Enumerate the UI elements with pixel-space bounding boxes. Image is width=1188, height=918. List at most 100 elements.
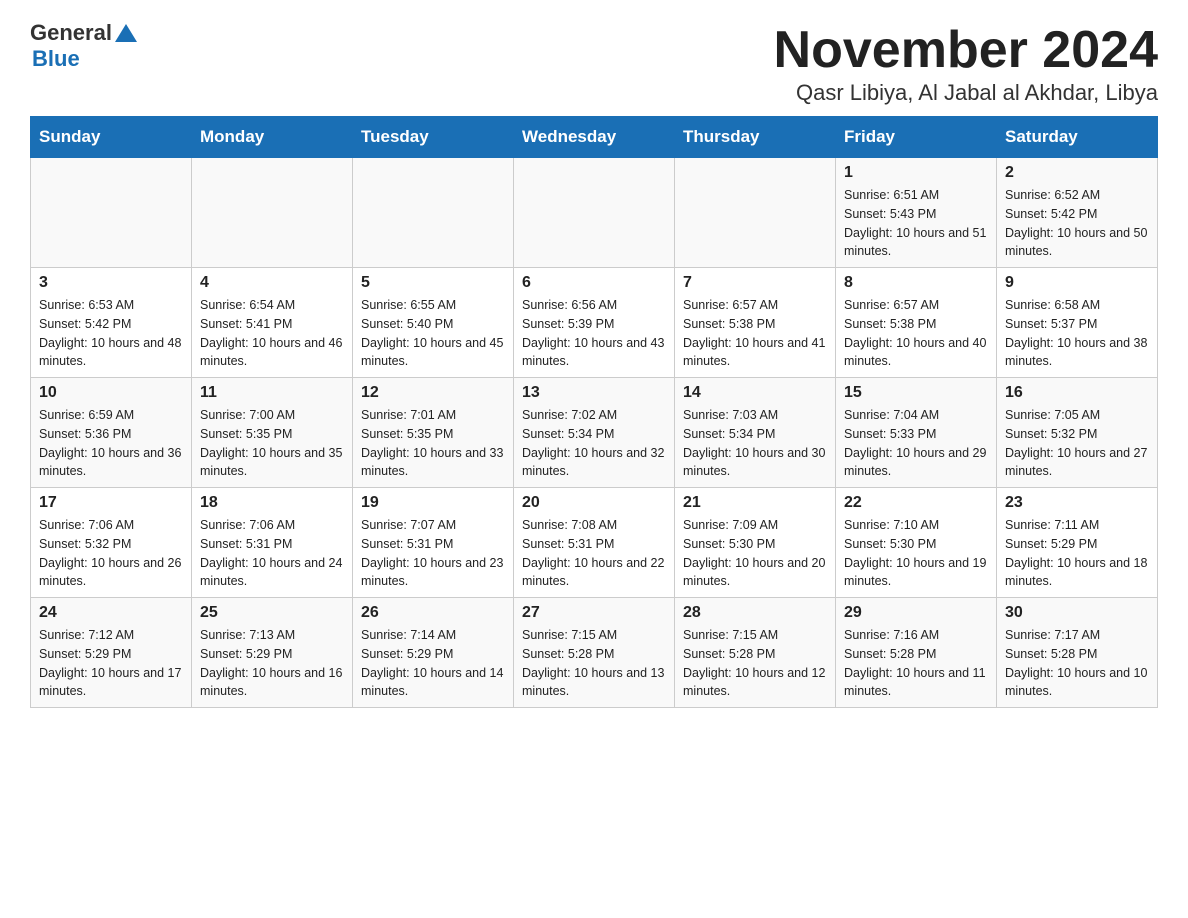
table-row: 6 Sunrise: 6:56 AMSunset: 5:39 PMDaylight… [514, 268, 675, 378]
col-monday: Monday [192, 117, 353, 158]
calendar-week-row: 10 Sunrise: 6:59 AMSunset: 5:36 PMDayligh… [31, 378, 1158, 488]
calendar-week-row: 3 Sunrise: 6:53 AMSunset: 5:42 PMDaylight… [31, 268, 1158, 378]
col-tuesday: Tuesday [353, 117, 514, 158]
day-info: Sunrise: 7:17 AMSunset: 5:28 PMDaylight:… [1005, 626, 1149, 701]
table-row: 25 Sunrise: 7:13 AMSunset: 5:29 PMDayligh… [192, 598, 353, 708]
calendar-week-row: 24Sunrise: 7:12 AMSunset: 5:29 PMDayligh… [31, 598, 1158, 708]
day-info: Sunrise: 6:59 AMSunset: 5:36 PMDaylight:… [39, 406, 183, 481]
day-info: Sunrise: 7:16 AMSunset: 5:28 PMDaylight:… [844, 626, 988, 701]
day-info: Sunrise: 7:05 AMSunset: 5:32 PMDaylight:… [1005, 406, 1149, 481]
table-row: 27Sunrise: 7:15 AMSunset: 5:28 PMDayligh… [514, 598, 675, 708]
day-number: 11 [200, 384, 344, 402]
table-row: 16 Sunrise: 7:05 AMSunset: 5:32 PMDayligh… [997, 378, 1158, 488]
day-info: Sunrise: 6:56 AMSunset: 5:39 PMDaylight:… [522, 296, 666, 371]
col-saturday: Saturday [997, 117, 1158, 158]
day-number: 15 [844, 384, 988, 402]
day-info: Sunrise: 7:02 AMSunset: 5:34 PMDaylight:… [522, 406, 666, 481]
day-number: 12 [361, 384, 505, 402]
day-info: Sunrise: 6:54 AMSunset: 5:41 PMDaylight:… [200, 296, 344, 371]
table-row: 22 Sunrise: 7:10 AMSunset: 5:30 PMDayligh… [836, 488, 997, 598]
day-info: Sunrise: 6:53 AMSunset: 5:42 PMDaylight:… [39, 296, 183, 371]
day-number: 5 [361, 274, 505, 292]
day-number: 10 [39, 384, 183, 402]
day-number: 23 [1005, 494, 1149, 512]
table-row: 13 Sunrise: 7:02 AMSunset: 5:34 PMDayligh… [514, 378, 675, 488]
calendar-table: Sunday Monday Tuesday Wednesday Thursday… [30, 116, 1158, 708]
calendar-week-row: 1Sunrise: 6:51 AMSunset: 5:43 PMDaylight… [31, 158, 1158, 268]
table-row [353, 158, 514, 268]
table-row [514, 158, 675, 268]
logo-blue-text: Blue [32, 46, 80, 72]
day-info: Sunrise: 7:14 AMSunset: 5:29 PMDaylight:… [361, 626, 505, 701]
logo-triangle-icon [115, 22, 137, 44]
day-number: 13 [522, 384, 666, 402]
table-row: 12 Sunrise: 7:01 AMSunset: 5:35 PMDayligh… [353, 378, 514, 488]
day-number: 22 [844, 494, 988, 512]
calendar-header-row: Sunday Monday Tuesday Wednesday Thursday… [31, 117, 1158, 158]
day-info: Sunrise: 7:07 AMSunset: 5:31 PMDaylight:… [361, 516, 505, 591]
table-row: 9 Sunrise: 6:58 AMSunset: 5:37 PMDaylight… [997, 268, 1158, 378]
day-number: 14 [683, 384, 827, 402]
table-row: 15Sunrise: 7:04 AMSunset: 5:33 PMDayligh… [836, 378, 997, 488]
table-row: 28 Sunrise: 7:15 AMSunset: 5:28 PMDayligh… [675, 598, 836, 708]
table-row: 30Sunrise: 7:17 AMSunset: 5:28 PMDayligh… [997, 598, 1158, 708]
table-row: 23 Sunrise: 7:11 AMSunset: 5:29 PMDayligh… [997, 488, 1158, 598]
day-info: Sunrise: 7:13 AMSunset: 5:29 PMDaylight:… [200, 626, 344, 701]
table-row: 8 Sunrise: 6:57 AMSunset: 5:38 PMDaylight… [836, 268, 997, 378]
day-number: 16 [1005, 384, 1149, 402]
day-info: Sunrise: 7:11 AMSunset: 5:29 PMDaylight:… [1005, 516, 1149, 591]
table-row: 14Sunrise: 7:03 AMSunset: 5:34 PMDayligh… [675, 378, 836, 488]
day-info: Sunrise: 6:58 AMSunset: 5:37 PMDaylight:… [1005, 296, 1149, 371]
logo-general-text: General [30, 20, 112, 46]
day-number: 20 [522, 494, 666, 512]
day-number: 26 [361, 604, 505, 622]
day-number: 2 [1005, 164, 1149, 182]
col-wednesday: Wednesday [514, 117, 675, 158]
day-number: 3 [39, 274, 183, 292]
day-number: 21 [683, 494, 827, 512]
day-info: Sunrise: 7:08 AMSunset: 5:31 PMDaylight:… [522, 516, 666, 591]
table-row: 18Sunrise: 7:06 AMSunset: 5:31 PMDayligh… [192, 488, 353, 598]
table-row: 3 Sunrise: 6:53 AMSunset: 5:42 PMDaylight… [31, 268, 192, 378]
table-row: 10 Sunrise: 6:59 AMSunset: 5:36 PMDayligh… [31, 378, 192, 488]
day-number: 17 [39, 494, 183, 512]
table-row: 24Sunrise: 7:12 AMSunset: 5:29 PMDayligh… [31, 598, 192, 708]
day-number: 25 [200, 604, 344, 622]
day-number: 27 [522, 604, 666, 622]
page-title: November 2024 [774, 20, 1158, 80]
table-row: 4 Sunrise: 6:54 AMSunset: 5:41 PMDaylight… [192, 268, 353, 378]
day-info: Sunrise: 6:55 AMSunset: 5:40 PMDaylight:… [361, 296, 505, 371]
table-row: 29Sunrise: 7:16 AMSunset: 5:28 PMDayligh… [836, 598, 997, 708]
table-row: 1Sunrise: 6:51 AMSunset: 5:43 PMDaylight… [836, 158, 997, 268]
day-info: Sunrise: 6:51 AMSunset: 5:43 PMDaylight:… [844, 186, 988, 261]
day-info: Sunrise: 7:12 AMSunset: 5:29 PMDaylight:… [39, 626, 183, 701]
table-row: 11Sunrise: 7:00 AMSunset: 5:35 PMDayligh… [192, 378, 353, 488]
day-number: 6 [522, 274, 666, 292]
day-number: 9 [1005, 274, 1149, 292]
day-info: Sunrise: 6:57 AMSunset: 5:38 PMDaylight:… [683, 296, 827, 371]
day-number: 7 [683, 274, 827, 292]
day-info: Sunrise: 7:06 AMSunset: 5:32 PMDaylight:… [39, 516, 183, 591]
day-info: Sunrise: 6:57 AMSunset: 5:38 PMDaylight:… [844, 296, 988, 371]
page-subtitle: Qasr Libiya, Al Jabal al Akhdar, Libya [774, 80, 1158, 106]
day-info: Sunrise: 7:01 AMSunset: 5:35 PMDaylight:… [361, 406, 505, 481]
col-friday: Friday [836, 117, 997, 158]
col-sunday: Sunday [31, 117, 192, 158]
col-thursday: Thursday [675, 117, 836, 158]
table-row: 17 Sunrise: 7:06 AMSunset: 5:32 PMDayligh… [31, 488, 192, 598]
day-number: 4 [200, 274, 344, 292]
day-number: 18 [200, 494, 344, 512]
logo: General Blue [30, 20, 137, 72]
table-row: 5 Sunrise: 6:55 AMSunset: 5:40 PMDaylight… [353, 268, 514, 378]
table-row: 19 Sunrise: 7:07 AMSunset: 5:31 PMDayligh… [353, 488, 514, 598]
day-info: Sunrise: 7:10 AMSunset: 5:30 PMDaylight:… [844, 516, 988, 591]
day-number: 28 [683, 604, 827, 622]
day-number: 8 [844, 274, 988, 292]
table-row: 26 Sunrise: 7:14 AMSunset: 5:29 PMDayligh… [353, 598, 514, 708]
day-info: Sunrise: 7:15 AMSunset: 5:28 PMDaylight:… [683, 626, 827, 701]
day-number: 19 [361, 494, 505, 512]
table-row: 20 Sunrise: 7:08 AMSunset: 5:31 PMDayligh… [514, 488, 675, 598]
table-row [192, 158, 353, 268]
table-row: 2 Sunrise: 6:52 AMSunset: 5:42 PMDaylight… [997, 158, 1158, 268]
day-info: Sunrise: 6:52 AMSunset: 5:42 PMDaylight:… [1005, 186, 1149, 261]
